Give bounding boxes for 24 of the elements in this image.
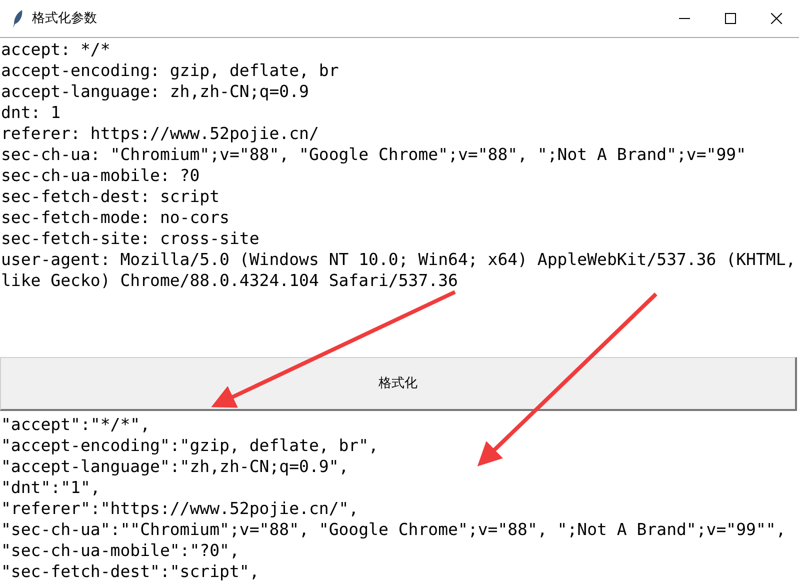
json-line: "accept":"*/*", <box>1 414 152 435</box>
header-line: sec-fetch-mode: no-cors <box>1 207 230 228</box>
json-line: "referer":"https://www.52pojie.cn/", <box>1 498 360 519</box>
json-line: "sec-ch-ua-mobile":"?0", <box>1 540 240 561</box>
header-line: accept: */* <box>1 39 112 60</box>
maximize-icon <box>724 13 736 24</box>
json-line: "sec-fetch-dest":"script", <box>1 561 260 582</box>
header-line: sec-fetch-site: cross-site <box>1 228 260 249</box>
json-line: "accept-language":"zh,zh-CN;q=0.9", <box>1 456 350 477</box>
header-line: sec-ch-ua-mobile: ?0 <box>1 165 201 186</box>
close-icon <box>770 13 782 24</box>
format-button[interactable]: 格式化 <box>0 357 797 411</box>
header-line: referer: https://www.52pojie.cn/ <box>1 123 320 144</box>
json-line: "dnt":"1", <box>1 477 102 498</box>
header-line: sec-fetch-dest: script <box>1 186 221 207</box>
header-line: user-agent: Mozilla/5.0 (Windows NT 10.0; Win64; x64) AppleWebKit/537.36 (KHTML, like Gecko) Chrome/88.0.4324.104 Safari/537.36 <box>1 249 796 291</box>
window-title: 格式化参数 <box>32 10 97 28</box>
header-line: sec-ch-ua: "Chromium";v="88", "Google Chrome";v="88", ";Not A Brand";v="99" <box>1 144 748 165</box>
header-line: accept-language: zh,zh-CN;q=0.9 <box>1 81 310 102</box>
json-line: "accept-encoding":"gzip, deflate, br", <box>1 435 380 456</box>
header-line: dnt: 1 <box>1 102 62 123</box>
feather-icon <box>12 8 24 28</box>
json-line: "sec-ch-ua":""Chromium";v="88", "Google Chrome";v="88", ";Not A Brand";v="99"", <box>1 519 787 540</box>
header-line: accept-encoding: gzip, deflate, br <box>1 60 340 81</box>
